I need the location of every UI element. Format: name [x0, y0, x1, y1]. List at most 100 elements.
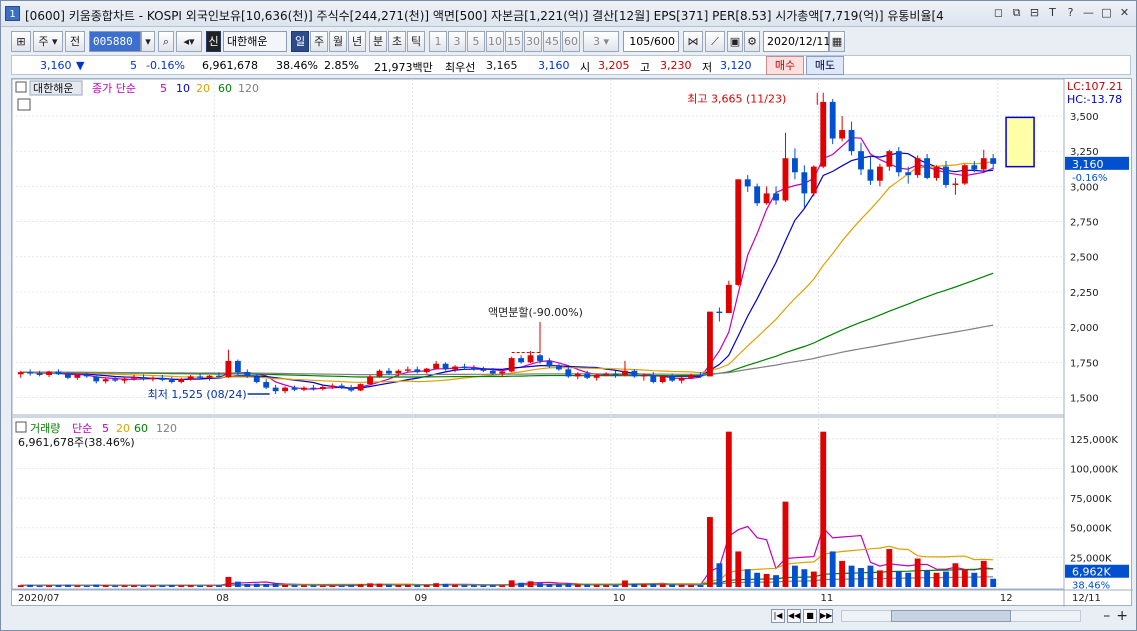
candle-body [518, 358, 525, 363]
chart-scroll-thumb[interactable] [891, 610, 1011, 622]
volume-bar [489, 585, 496, 587]
period-day-tab[interactable]: 일 [291, 31, 309, 52]
candle-body [263, 382, 270, 388]
volume-bar [754, 572, 761, 587]
volume-bar [149, 585, 156, 587]
restore-layout-icon[interactable]: ◻ [991, 5, 1006, 21]
chart-area[interactable]: 3,500 3,250 3,000 2,750 2,500 2,250 2,000 1,750… [11, 78, 1133, 607]
period-month-tab[interactable]: 월 [329, 31, 347, 52]
volume-bar [301, 585, 307, 587]
candle-body [65, 374, 71, 378]
volume-bar [810, 571, 817, 587]
volume-bar [480, 585, 487, 587]
candle-body [46, 371, 52, 375]
best-quote-label: 최우선 [445, 61, 476, 74]
zoom-in-icon[interactable]: + [1116, 608, 1128, 624]
period-second-tab[interactable]: 초 [388, 31, 406, 52]
gear-icon[interactable]: ⚙ [744, 31, 760, 52]
candle-body [36, 373, 43, 375]
volume-bar [102, 585, 109, 587]
period-week-tab[interactable]: 주 [310, 31, 328, 52]
code-dropdown-icon[interactable]: ▾ [141, 31, 155, 52]
period-year-tab[interactable]: 년 [348, 31, 366, 52]
window-number[interactable]: 1 [5, 6, 20, 21]
candle-body [282, 387, 289, 392]
duplicate-window-icon[interactable]: ⧉ [1009, 5, 1024, 21]
date-field[interactable]: 2020/12/11 [763, 31, 830, 52]
volume-bar [414, 585, 421, 587]
volume-legend-prefix: 거래량 [30, 422, 60, 435]
low-annotation: 최저 1,525 (08/24) [148, 388, 247, 401]
minute-10-button[interactable]: 10 [486, 31, 504, 52]
zoom-out-icon[interactable]: – [1103, 608, 1110, 624]
volume-bar [74, 585, 81, 587]
turnover-rate: 2.85% [324, 59, 359, 72]
search-icon[interactable]: ⌕ [158, 31, 174, 52]
drawing-tool-icon[interactable]: ⟋ [705, 31, 725, 52]
minute-60-button[interactable]: 60 [562, 31, 580, 52]
close-icon[interactable]: ✕ [1117, 5, 1132, 21]
volume-bar [990, 578, 997, 587]
scroll-start-icon[interactable]: |◀ [771, 609, 785, 623]
price-tick-label: 3,250 [1070, 147, 1099, 158]
volume-bar [650, 584, 657, 587]
candle-body [310, 387, 317, 390]
scroll-prev-icon[interactable]: ◀◀ [787, 609, 801, 623]
candle-body [395, 370, 402, 374]
candle-body [27, 372, 34, 374]
maximize-icon[interactable]: □ [1099, 5, 1114, 21]
current-price-label: 3,160 [1072, 158, 1104, 171]
scroll-next-icon[interactable]: ▶▶ [819, 609, 833, 623]
candle-body [669, 376, 676, 381]
period-minute-tab[interactable]: 분 [369, 31, 387, 52]
volume-bar [131, 585, 137, 587]
volume-tick-label: 125,000K [1070, 435, 1118, 446]
candle-body [763, 193, 770, 204]
high-annotation: 최고 3,665 (11/23) [687, 93, 786, 106]
candle-body [574, 373, 581, 377]
calendar-icon[interactable]: ▦ [829, 31, 845, 52]
sound-icon[interactable]: ◂▾ [176, 31, 202, 52]
sell-button[interactable]: 매도 [806, 56, 844, 75]
minute-select[interactable]: 3 ▾ [583, 31, 619, 52]
buy-button[interactable]: 매수 [766, 56, 804, 75]
data-count-field[interactable]: 105/600 [623, 31, 679, 52]
volume-bar [905, 572, 912, 587]
minute-30-button[interactable]: 30 [524, 31, 542, 52]
minute-1-button[interactable]: 1 [429, 31, 447, 52]
minute-45-button[interactable]: 45 [543, 31, 561, 52]
layout-icon[interactable]: ⊞ [11, 31, 31, 52]
indicator-icon[interactable]: ⋈ [683, 31, 703, 52]
volume-tick-label: 25,000K [1070, 553, 1112, 564]
chart-svg[interactable]: 3,500 3,250 3,000 2,750 2,500 2,250 2,000 1,750… [11, 78, 1133, 607]
candle-body [74, 374, 81, 378]
split-window-icon[interactable]: ⊟ [1027, 5, 1042, 21]
period-tick-tab[interactable]: 틱 [407, 31, 425, 52]
volume-bar [93, 584, 100, 587]
help-icon[interactable]: ? [1063, 5, 1078, 21]
x-tick-label: 08 [216, 593, 229, 604]
volume-bar [943, 571, 949, 587]
save-icon[interactable]: ▣ [727, 31, 743, 52]
minute-15-button[interactable]: 15 [505, 31, 523, 52]
x-tick-label-last: 12/11 [1072, 593, 1101, 604]
type-select[interactable]: 주 ▾ [33, 31, 63, 52]
volume-bar [603, 585, 610, 587]
volume-bar [565, 583, 572, 587]
candle-body [990, 158, 997, 164]
prev-button[interactable]: 전 [65, 31, 85, 52]
stock-code-input[interactable]: 005880 [89, 31, 141, 52]
price-ma-legend: 120 [238, 82, 259, 95]
minute-3-button[interactable]: 3 [448, 31, 466, 52]
minimize-icon[interactable]: — [1081, 5, 1096, 21]
volume-bar [310, 585, 317, 587]
candle-body [102, 379, 109, 382]
minute-5-button[interactable]: 5 [467, 31, 485, 52]
volume-bar [933, 572, 940, 587]
forecast-box [1005, 116, 1035, 168]
price-tick-label: 2,000 [1070, 323, 1099, 334]
candle-body [527, 355, 534, 363]
font-icon[interactable]: T [1045, 5, 1060, 21]
volume-bar [319, 585, 326, 587]
scroll-stop-icon[interactable]: ■ [803, 609, 817, 623]
